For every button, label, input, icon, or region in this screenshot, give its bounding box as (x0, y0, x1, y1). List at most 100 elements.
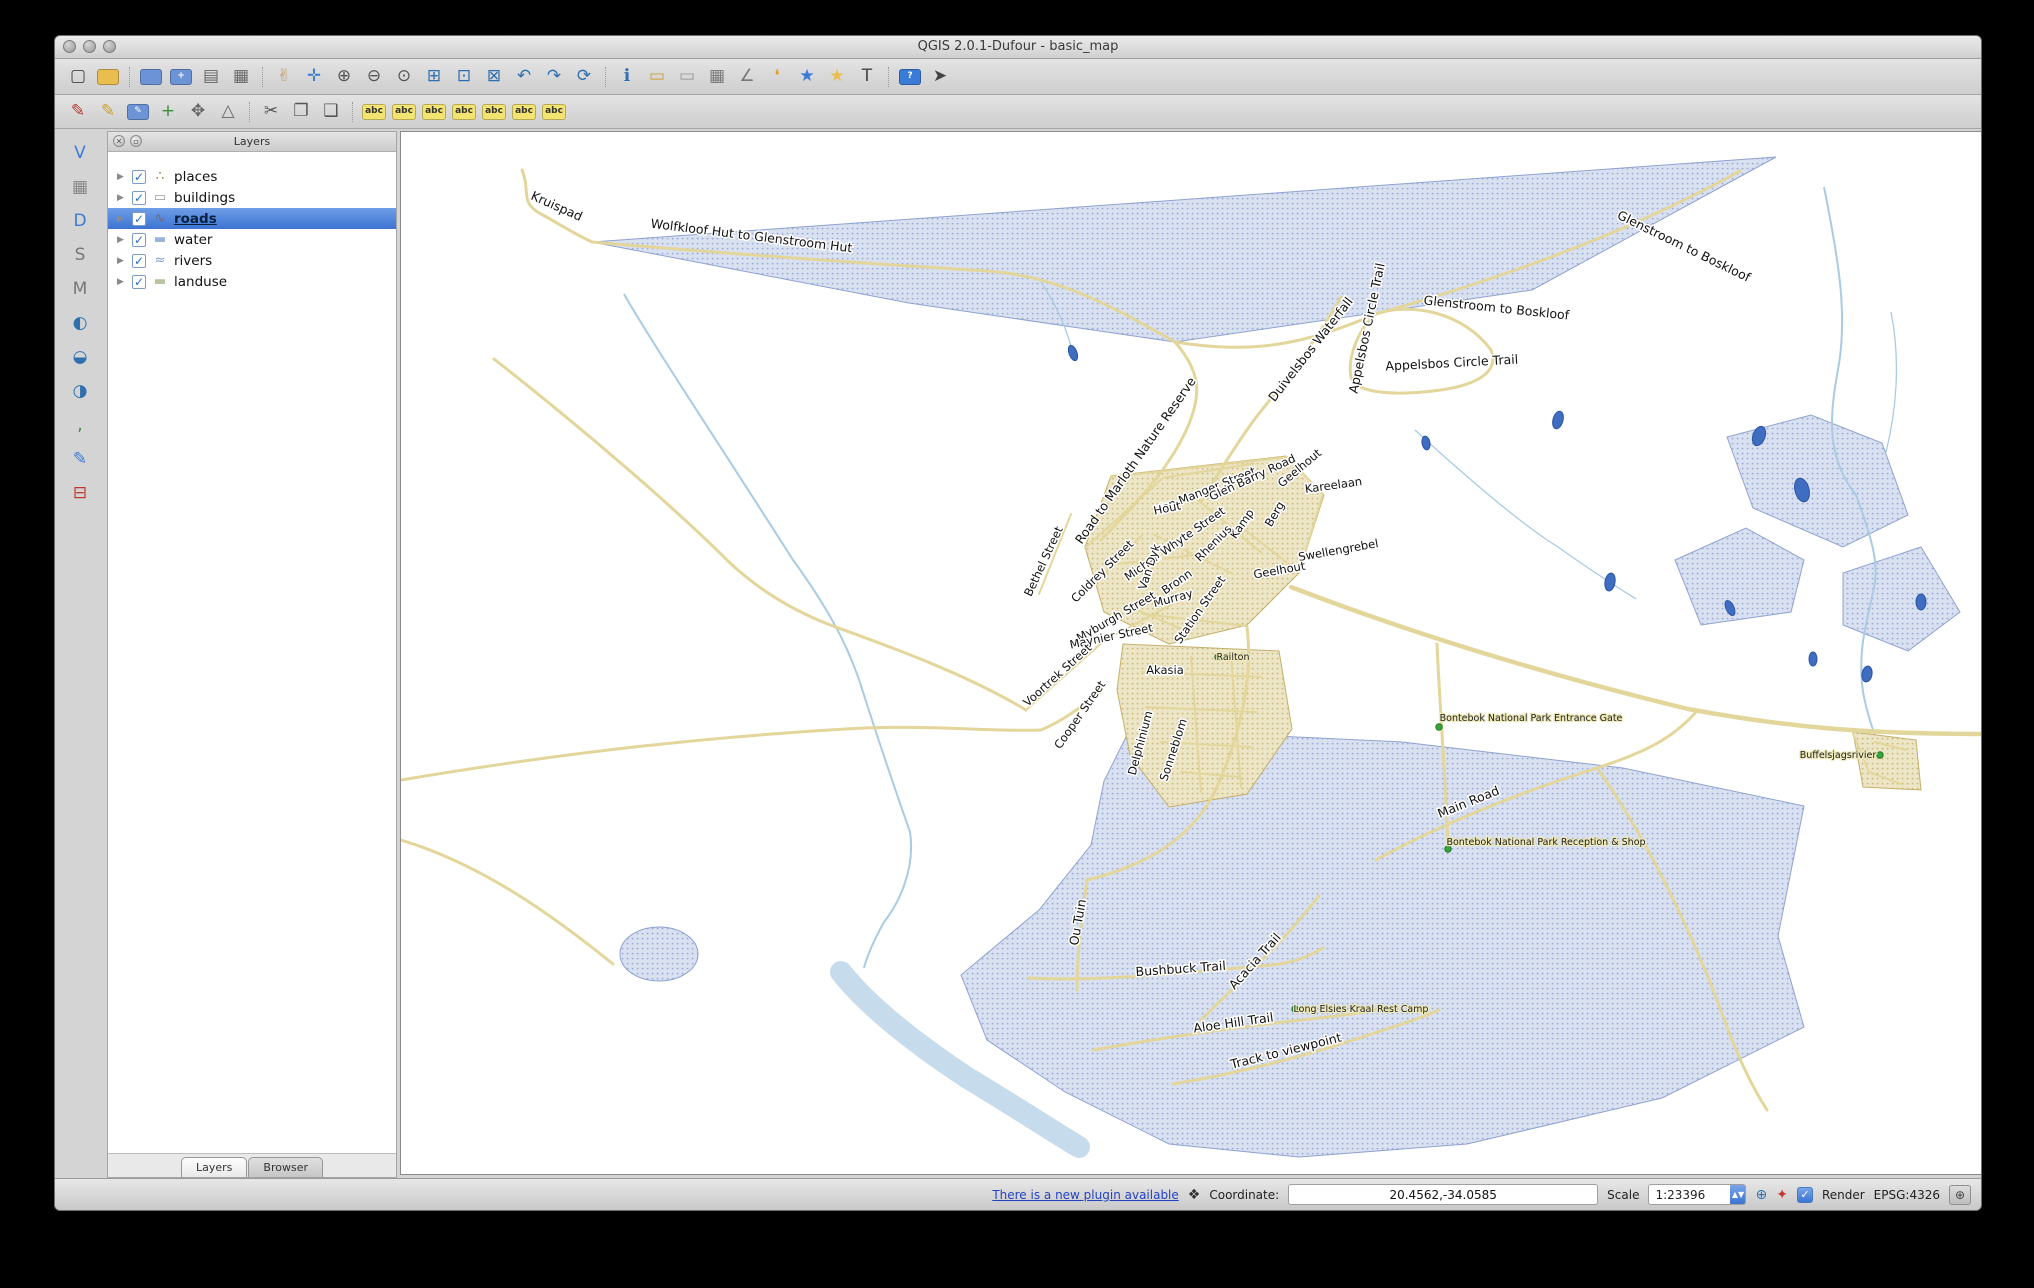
zoom-native-icon: ⊙ (397, 68, 411, 85)
coordinate-input[interactable] (1288, 1184, 1598, 1205)
layer-item-roads[interactable]: ▶✓∿roads (108, 208, 396, 229)
whats-this-button[interactable]: ➤ (926, 63, 954, 90)
zoom-out-button[interactable]: ⊖ (360, 63, 388, 90)
show-bookmarks-button[interactable]: ★ (823, 63, 851, 90)
label-highlight-pinned-button[interactable]: abc (420, 98, 448, 125)
toolbar-separator (888, 67, 889, 87)
tab-browser[interactable]: Browser (248, 1157, 323, 1177)
copy-features-button[interactable]: ❐ (287, 98, 315, 125)
layer-item-rivers[interactable]: ▶✓≈rivers (108, 250, 396, 271)
zoom-last-button[interactable]: ↶ (510, 63, 538, 90)
expand-arrow-icon[interactable]: ▶ (117, 214, 126, 224)
open-project-button[interactable] (94, 63, 122, 90)
composer-manager-button[interactable]: ▦ (227, 63, 255, 90)
add-wms-layer-button[interactable]: ◐ (65, 309, 95, 337)
save-project-button[interactable] (137, 63, 165, 90)
label-properties-button[interactable]: abc (540, 98, 568, 125)
crs-status-button[interactable]: ⊕ (1949, 1185, 1971, 1205)
add-wcs-layer-button[interactable]: ◒ (65, 343, 95, 371)
scale-combobox[interactable]: 1:23396 ▲▼ (1648, 1184, 1746, 1205)
close-window-button[interactable] (63, 40, 76, 53)
add-feature-icon: + (161, 103, 175, 120)
toggle-editing-button[interactable]: ✎ (94, 98, 122, 125)
zoom-native-button[interactable]: ⊙ (390, 63, 418, 90)
zoom-window-button[interactable] (103, 40, 116, 53)
title-bar[interactable]: QGIS 2.0.1-Dufour - basic_map (55, 36, 1981, 59)
digitizing-label-toolbar: ✎✎✎+✥△✂❐❑abcabcabcabcabcabcabc (55, 95, 1981, 129)
paste-features-button[interactable]: ❑ (317, 98, 345, 125)
window-controls (63, 40, 116, 53)
new-bookmark-button[interactable]: ★ (793, 63, 821, 90)
node-tool-button[interactable]: △ (214, 98, 242, 125)
map-canvas[interactable]: KruispadWolfkloof Hut to Glenstroom HutG… (401, 132, 1981, 1174)
tab-layers[interactable]: Layers (181, 1157, 247, 1177)
new-shapefile-layer-button[interactable]: ✎ (65, 445, 95, 473)
scale-magnifier-icon[interactable]: ⊕ (1755, 1188, 1767, 1202)
stop-render-icon[interactable]: ✦ (1776, 1188, 1788, 1202)
expand-arrow-icon[interactable]: ▶ (117, 193, 126, 203)
label-show-hide-button[interactable]: abc (450, 98, 478, 125)
save-layer-edits-button[interactable]: ✎ (124, 98, 152, 125)
layer-visibility-checkbox[interactable]: ✓ (132, 212, 146, 226)
expand-arrow-icon[interactable]: ▶ (117, 235, 126, 245)
layer-item-landuse[interactable]: ▶✓▬landuse (108, 271, 396, 292)
add-raster-layer-button[interactable]: ▦ (65, 173, 95, 201)
minimize-window-button[interactable] (83, 40, 96, 53)
zoom-to-selection-button[interactable]: ⊡ (450, 63, 478, 90)
refresh-map-button[interactable]: ⟳ (570, 63, 598, 90)
select-features-button[interactable]: ▭ (643, 63, 671, 90)
layer-visibility-checkbox[interactable]: ✓ (132, 191, 146, 205)
measure-line-button[interactable]: ∠ (733, 63, 761, 90)
remove-layer-button[interactable]: ⊟ (65, 479, 95, 507)
save-project-as-button[interactable]: + (167, 63, 195, 90)
cut-features-button[interactable]: ✂ (257, 98, 285, 125)
new-plugin-link[interactable]: There is a new plugin available (992, 1188, 1178, 1202)
layer-visibility-checkbox[interactable]: ✓ (132, 233, 146, 247)
new-bookmark-icon: ★ (799, 68, 814, 85)
text-annotation-button[interactable]: T (853, 63, 881, 90)
new-print-composer-button[interactable]: ▤ (197, 63, 225, 90)
combo-arrows-icon[interactable]: ▲▼ (1730, 1185, 1745, 1204)
refresh-map-icon: ⟳ (577, 68, 591, 85)
add-postgis-layer-button[interactable]: D (65, 207, 95, 235)
pan-map-button[interactable]: ✛ (300, 63, 328, 90)
map-tips-button[interactable]: ❛ (763, 63, 791, 90)
zoom-in-button[interactable]: ⊕ (330, 63, 358, 90)
help-contents-button[interactable]: ? (896, 63, 924, 90)
expand-arrow-icon[interactable]: ▶ (117, 277, 126, 287)
labeling-options-button[interactable]: abc (360, 98, 388, 125)
expand-arrow-icon[interactable]: ▶ (117, 256, 126, 266)
add-delimited-text-layer-button[interactable]: , (65, 411, 95, 439)
node-tool-icon: △ (221, 103, 234, 120)
deselect-features-button[interactable]: ▭ (673, 63, 701, 90)
layer-item-buildings[interactable]: ▶✓▭buildings (108, 187, 396, 208)
expand-arrow-icon[interactable]: ▶ (117, 172, 126, 182)
detach-panel-button[interactable]: ▫ (130, 135, 142, 147)
open-attribute-table-button[interactable]: ▦ (703, 63, 731, 90)
layer-item-places[interactable]: ▶✓∴places (108, 166, 396, 187)
add-mssql-layer-button[interactable]: M (65, 275, 95, 303)
close-panel-button[interactable]: ✕ (113, 135, 125, 147)
current-edits-button[interactable]: ✎ (64, 98, 92, 125)
layer-visibility-checkbox[interactable]: ✓ (132, 170, 146, 184)
move-feature-button[interactable]: ✥ (184, 98, 212, 125)
render-checkbox[interactable]: ✓ (1797, 1187, 1813, 1203)
new-project-button[interactable]: ▢ (64, 63, 92, 90)
add-feature-button[interactable]: + (154, 98, 182, 125)
identify-features-button[interactable]: ℹ (613, 63, 641, 90)
show-bookmarks-icon: ★ (829, 68, 844, 85)
label-move-button[interactable]: abc (480, 98, 508, 125)
zoom-to-layer-button[interactable]: ⊠ (480, 63, 508, 90)
touch-zoom-pan-button[interactable]: ✌ (270, 63, 298, 90)
label-pin-unpin-button[interactable]: abc (390, 98, 418, 125)
layer-list: ▶✓∴places▶✓▭buildings▶✓∿roads▶✓▬water▶✓≈… (108, 152, 396, 1154)
zoom-full-button[interactable]: ⊞ (420, 63, 448, 90)
label-rotate-button[interactable]: abc (510, 98, 538, 125)
layer-item-water[interactable]: ▶✓▬water (108, 229, 396, 250)
add-vector-layer-button[interactable]: V (65, 139, 95, 167)
zoom-next-button[interactable]: ↷ (540, 63, 568, 90)
add-spatialite-layer-button[interactable]: S (65, 241, 95, 269)
layer-visibility-checkbox[interactable]: ✓ (132, 254, 146, 268)
layer-visibility-checkbox[interactable]: ✓ (132, 275, 146, 289)
add-wfs-layer-button[interactable]: ◑ (65, 377, 95, 405)
